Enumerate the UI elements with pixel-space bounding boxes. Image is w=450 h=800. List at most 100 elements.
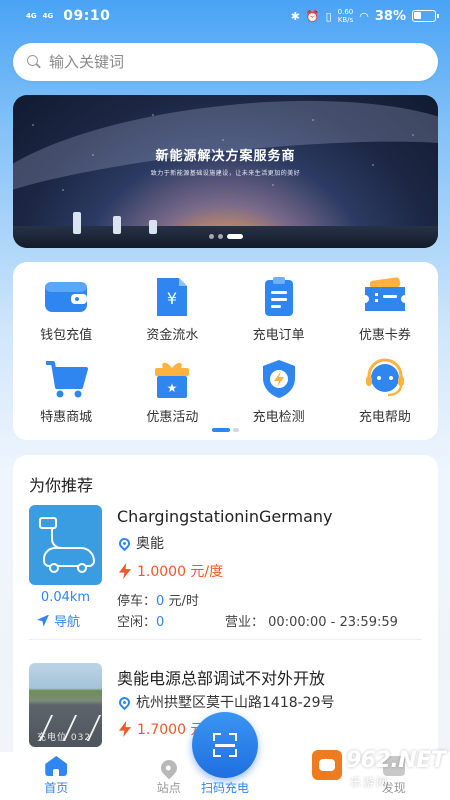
svg-text:★: ★ bbox=[167, 381, 178, 395]
scan-charge-label[interactable]: 扫码充电 bbox=[180, 779, 270, 796]
gift-box-icon: ★ bbox=[155, 362, 190, 398]
menu-wallet-recharge[interactable]: 钱包充值 bbox=[13, 276, 119, 348]
coupon-ticket-icon bbox=[364, 277, 405, 311]
alarm-icon: ⏰ bbox=[305, 9, 320, 23]
hours-value: 00:00:00 - 23:59:59 bbox=[268, 615, 398, 630]
quick-menu-grid: 钱包充值 ¥ 资金流水 充电订单 优惠卡券 特惠商城 ★ 优惠活动 充电检测 充… bbox=[13, 276, 438, 430]
cord-graphic bbox=[51, 529, 71, 549]
banner-dot-active bbox=[226, 234, 243, 239]
watermark-text: 962.NET bbox=[346, 748, 446, 773]
idle-label: 空闲： bbox=[117, 615, 157, 630]
order-clipboard-icon bbox=[264, 277, 293, 316]
parking-value: 0 bbox=[156, 594, 165, 609]
menu-label: 钱包充值 bbox=[40, 328, 93, 343]
site-watermark: 962.NET 乐游网 bbox=[312, 748, 446, 790]
parking-fee: 停车：0 元/时 bbox=[117, 590, 199, 609]
network-speed-value: 0.60 bbox=[337, 8, 354, 16]
address-text: 杭州拱墅区莫干山路1418-29号 bbox=[136, 695, 335, 711]
menu-label: 充电订单 bbox=[252, 328, 305, 343]
menu-label: 充电检测 bbox=[252, 410, 305, 425]
station-price: 1.0000 元/度 bbox=[119, 561, 223, 581]
menu-promotions[interactable]: ★ 优惠活动 bbox=[119, 358, 225, 430]
menu-charging-check[interactable]: 充电检测 bbox=[226, 358, 332, 430]
idle-count: 空闲：0 bbox=[117, 611, 164, 630]
status-right: ✱ ⏰ ▯ 0.60 KB/s ◠ 38% bbox=[290, 8, 439, 24]
recommend-title: 为你推荐 bbox=[29, 476, 94, 495]
battery-icon bbox=[412, 10, 439, 22]
plug-icon bbox=[39, 517, 57, 529]
search-bar[interactable] bbox=[13, 43, 438, 81]
network-speed: 0.60 KB/s bbox=[338, 8, 354, 24]
tab-home[interactable]: 首页 bbox=[11, 756, 101, 796]
menu-dot bbox=[233, 428, 239, 432]
menu-label: 特惠商城 bbox=[40, 410, 93, 425]
tab-label: 首页 bbox=[44, 781, 69, 795]
menu-charging-orders[interactable]: 充电订单 bbox=[226, 276, 332, 348]
banner-dot bbox=[217, 234, 223, 239]
bluetooth-icon: ✱ bbox=[290, 9, 300, 23]
yuan-document-icon: ¥ bbox=[157, 278, 188, 316]
search-icon bbox=[27, 55, 41, 69]
banner-charger bbox=[113, 216, 121, 234]
business-hours: 营业： 00:00:00 - 23:59:59 bbox=[225, 611, 398, 630]
wheel-graphic bbox=[77, 563, 87, 573]
menu-dot-active bbox=[212, 428, 230, 432]
network-indicator-2: 4G bbox=[42, 12, 54, 20]
scan-icon bbox=[213, 733, 237, 757]
navigate-button[interactable]: 导航 bbox=[37, 611, 80, 630]
idle-value: 0 bbox=[156, 615, 165, 630]
lot-label: 充电位 032 bbox=[37, 733, 92, 743]
menu-mall[interactable]: 特惠商城 bbox=[13, 358, 119, 430]
status-bar: 4G 4G 09:10 ✱ ⏰ ▯ 0.60 KB/s ◠ 38% bbox=[0, 0, 450, 32]
home-icon bbox=[45, 756, 68, 776]
bolt-icon bbox=[119, 721, 131, 737]
station-operator: 奥能 bbox=[116, 533, 164, 553]
hours-label: 营业： bbox=[225, 615, 265, 630]
station-image bbox=[29, 505, 102, 585]
bolt-icon bbox=[119, 563, 131, 579]
svg-text:¥: ¥ bbox=[167, 289, 177, 308]
menu-label: 充电帮助 bbox=[358, 410, 411, 425]
watermark-subtext: 乐游网 bbox=[350, 776, 389, 789]
wheel-graphic bbox=[49, 563, 59, 573]
search-input[interactable] bbox=[49, 53, 409, 71]
station-name: 奥能电源总部调试不对外开放 bbox=[117, 669, 326, 688]
wallet-icon bbox=[45, 282, 88, 312]
location-pin-icon bbox=[116, 694, 133, 710]
station-divider bbox=[29, 639, 422, 640]
navigate-label: 导航 bbox=[54, 615, 81, 630]
menu-charging-help[interactable]: 充电帮助 bbox=[332, 358, 438, 430]
station-distance: 0.04km bbox=[40, 590, 91, 605]
operator-name: 奥能 bbox=[136, 536, 164, 552]
headset-icon bbox=[365, 358, 404, 397]
vibrate-icon: ▯ bbox=[325, 9, 332, 23]
menu-label: 资金流水 bbox=[146, 328, 199, 343]
banner-charger bbox=[149, 220, 157, 234]
menu-coupons[interactable]: 优惠卡券 bbox=[332, 276, 438, 348]
wifi-icon: ◠ bbox=[359, 9, 369, 23]
promo-banner[interactable]: 新能源解决方案服务商 致力于新能源基础设施建设，让未来生活更加的美好 bbox=[13, 95, 438, 248]
shopping-cart-icon bbox=[46, 361, 89, 398]
station-image: 充电位 032 bbox=[29, 663, 102, 747]
banner-pager bbox=[13, 234, 438, 239]
shield-bolt-icon bbox=[262, 360, 295, 398]
banner-charger bbox=[73, 212, 81, 234]
banner-subtitle: 致力于新能源基础设施建设，让未来生活更加的美好 bbox=[150, 170, 301, 177]
menu-fund-flow[interactable]: ¥ 资金流水 bbox=[119, 276, 225, 348]
location-pin-icon bbox=[116, 535, 133, 551]
parking-unit: 元/时 bbox=[168, 594, 199, 609]
station-address: 杭州拱墅区莫干山路1418-29号 bbox=[116, 692, 335, 712]
menu-label: 优惠活动 bbox=[146, 410, 199, 425]
network-speed-unit: KB/s bbox=[337, 16, 354, 24]
banner-dot bbox=[208, 234, 214, 239]
parking-label: 停车： bbox=[117, 594, 157, 609]
menu-pager bbox=[13, 428, 438, 432]
location-pin-icon bbox=[157, 756, 181, 780]
banner-title: 新能源解决方案服务商 bbox=[155, 149, 296, 164]
price-value: 1.0000 元/度 bbox=[137, 564, 224, 580]
status-left: 4G 4G 09:10 bbox=[26, 8, 110, 24]
watermark-logo-icon bbox=[312, 750, 342, 780]
network-indicator-1: 4G bbox=[26, 12, 37, 20]
scan-charge-button[interactable] bbox=[192, 712, 258, 778]
menu-label: 优惠卡券 bbox=[358, 328, 411, 343]
